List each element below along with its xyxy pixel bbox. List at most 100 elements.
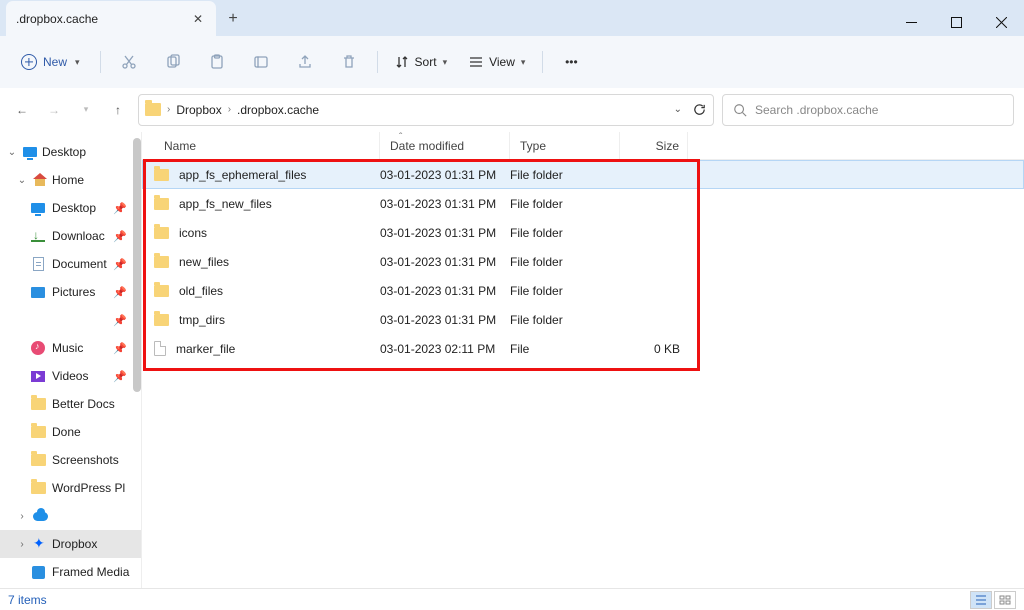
chevron-right-icon: › <box>16 539 28 550</box>
close-tab-icon[interactable]: ✕ <box>190 12 206 26</box>
refresh-icon[interactable] <box>692 102 707 117</box>
file-row[interactable]: app_fs_ephemeral_files03-01-2023 01:31 P… <box>142 160 1024 189</box>
sidebar-item[interactable]: WordPress Pl <box>0 474 141 502</box>
sidebar-item[interactable]: Pictures📌 <box>0 278 141 306</box>
breadcrumb-segment[interactable]: Dropbox <box>176 103 221 117</box>
sidebar-item[interactable]: ⌄Desktop <box>0 138 141 166</box>
file-row[interactable]: old_files03-01-2023 01:31 PMFile folder <box>142 276 1024 305</box>
cloud-icon <box>32 508 48 524</box>
file-row[interactable]: marker_file03-01-2023 02:11 PMFile0 KB <box>142 334 1024 363</box>
file-date: 03-01-2023 01:31 PM <box>380 197 496 211</box>
pin-icon: 📌 <box>113 202 127 215</box>
sidebar-item[interactable]: Framed Media <box>0 558 141 586</box>
status-text: 7 items <box>8 593 47 607</box>
folder-icon <box>154 314 169 326</box>
file-icon <box>154 341 166 356</box>
forward-button[interactable]: → <box>42 96 66 124</box>
sidebar-item[interactable]: ⌄ Home <box>0 166 141 194</box>
monitor-icon <box>22 144 38 160</box>
sort-label: Sort <box>415 55 437 69</box>
file-row[interactable]: tmp_dirs03-01-2023 01:31 PMFile folder <box>142 305 1024 334</box>
sidebar-item[interactable]: 📌 <box>0 306 141 334</box>
file-name: new_files <box>179 255 229 269</box>
toolbar: New ▾ Sort ▾ View ▾ ••• <box>0 36 1024 88</box>
chevron-right-icon: › <box>228 104 231 115</box>
sidebar-item[interactable]: Videos📌 <box>0 362 141 390</box>
file-row[interactable]: app_fs_new_files03-01-2023 01:31 PMFile … <box>142 189 1024 218</box>
file-name: app_fs_new_files <box>179 197 272 211</box>
sidebar-item[interactable]: › <box>0 502 141 530</box>
sidebar-item-label: WordPress Pl <box>52 481 125 495</box>
chevron-down-icon: ⌄ <box>16 175 28 186</box>
file-name: icons <box>179 226 207 240</box>
sidebar-item[interactable]: Downloac📌 <box>0 222 141 250</box>
sidebar-item-label: Screenshots <box>52 453 119 467</box>
column-header-name[interactable]: Name <box>154 132 380 159</box>
folder-icon <box>30 452 46 468</box>
back-button[interactable]: ← <box>10 96 34 124</box>
file-date: 03-01-2023 01:31 PM <box>380 226 496 240</box>
view-label: View <box>489 55 515 69</box>
status-bar: 7 items <box>0 588 1024 610</box>
file-type: File folder <box>510 313 563 327</box>
sidebar-item[interactable]: Better Docs <box>0 390 141 418</box>
sidebar-item[interactable]: Document 📌 <box>0 250 141 278</box>
column-header-size[interactable]: Size <box>620 132 688 159</box>
file-name: tmp_dirs <box>179 313 225 327</box>
sidebar-item-label: Done <box>52 425 81 439</box>
column-header-type[interactable]: Type <box>510 132 620 159</box>
folder-icon <box>30 424 46 440</box>
sort-indicator-icon: ˆ <box>399 132 402 143</box>
chevron-right-icon: › <box>167 104 170 115</box>
delete-icon[interactable] <box>330 45 368 79</box>
sidebar-item[interactable]: ›Dropbox <box>0 530 141 558</box>
pin-icon: 📌 <box>113 258 127 271</box>
file-type: File folder <box>510 168 563 182</box>
new-button[interactable]: New ▾ <box>10 48 91 76</box>
sidebar-item-label: Home <box>52 173 84 187</box>
search-input[interactable]: Search .dropbox.cache <box>722 94 1014 126</box>
plus-circle-icon <box>21 54 37 70</box>
chevron-down-icon: ▾ <box>521 57 526 68</box>
share-icon[interactable] <box>286 45 324 79</box>
separator <box>542 51 543 73</box>
sidebar-item[interactable]: Music📌 <box>0 334 141 362</box>
minimize-button[interactable] <box>889 8 934 36</box>
file-row[interactable]: icons 03-01-2023 01:31 PM File folder <box>142 218 1024 247</box>
copy-icon[interactable] <box>154 45 192 79</box>
view-button[interactable]: View ▾ <box>461 50 533 74</box>
tab-current[interactable]: .dropbox.cache ✕ <box>6 1 216 36</box>
scrollbar[interactable] <box>133 138 141 392</box>
folder-icon <box>30 396 46 412</box>
sidebar-item-label: Desktop <box>52 201 96 215</box>
sidebar-item-label: Document <box>52 257 107 271</box>
sidebar-item[interactable]: Desktop 📌 <box>0 194 141 222</box>
details-view-toggle[interactable] <box>970 591 992 609</box>
file-type: File folder <box>510 226 563 240</box>
search-icon <box>733 103 747 117</box>
close-window-button[interactable] <box>979 8 1024 36</box>
folder-icon <box>154 256 169 268</box>
rename-icon[interactable] <box>242 45 280 79</box>
file-date: 03-01-2023 01:31 PM <box>380 168 496 182</box>
music-icon <box>30 340 46 356</box>
cut-icon[interactable] <box>110 45 148 79</box>
dropbox-icon <box>32 536 48 552</box>
pics-icon <box>30 284 46 300</box>
pin-icon: 📌 <box>113 286 127 299</box>
sort-button[interactable]: Sort ▾ <box>387 50 456 74</box>
chevron-down-icon[interactable]: ⌄ <box>674 104 682 115</box>
up-button[interactable]: ↑ <box>106 96 130 124</box>
more-button[interactable]: ••• <box>552 45 590 79</box>
icons-view-toggle[interactable] <box>994 591 1016 609</box>
paste-icon[interactable] <box>198 45 236 79</box>
recent-dropdown[interactable]: ▾ <box>74 96 98 124</box>
file-type: File folder <box>510 255 563 269</box>
sidebar-item[interactable]: Done <box>0 418 141 446</box>
sidebar-item[interactable]: Screenshots <box>0 446 141 474</box>
file-row[interactable]: new_files03-01-2023 01:31 PMFile folder <box>142 247 1024 276</box>
breadcrumb-segment[interactable]: .dropbox.cache <box>237 103 319 117</box>
address-bar[interactable]: › Dropbox › .dropbox.cache ⌄ <box>138 94 714 126</box>
new-tab-button[interactable]: + <box>216 2 250 36</box>
maximize-button[interactable] <box>934 8 979 36</box>
